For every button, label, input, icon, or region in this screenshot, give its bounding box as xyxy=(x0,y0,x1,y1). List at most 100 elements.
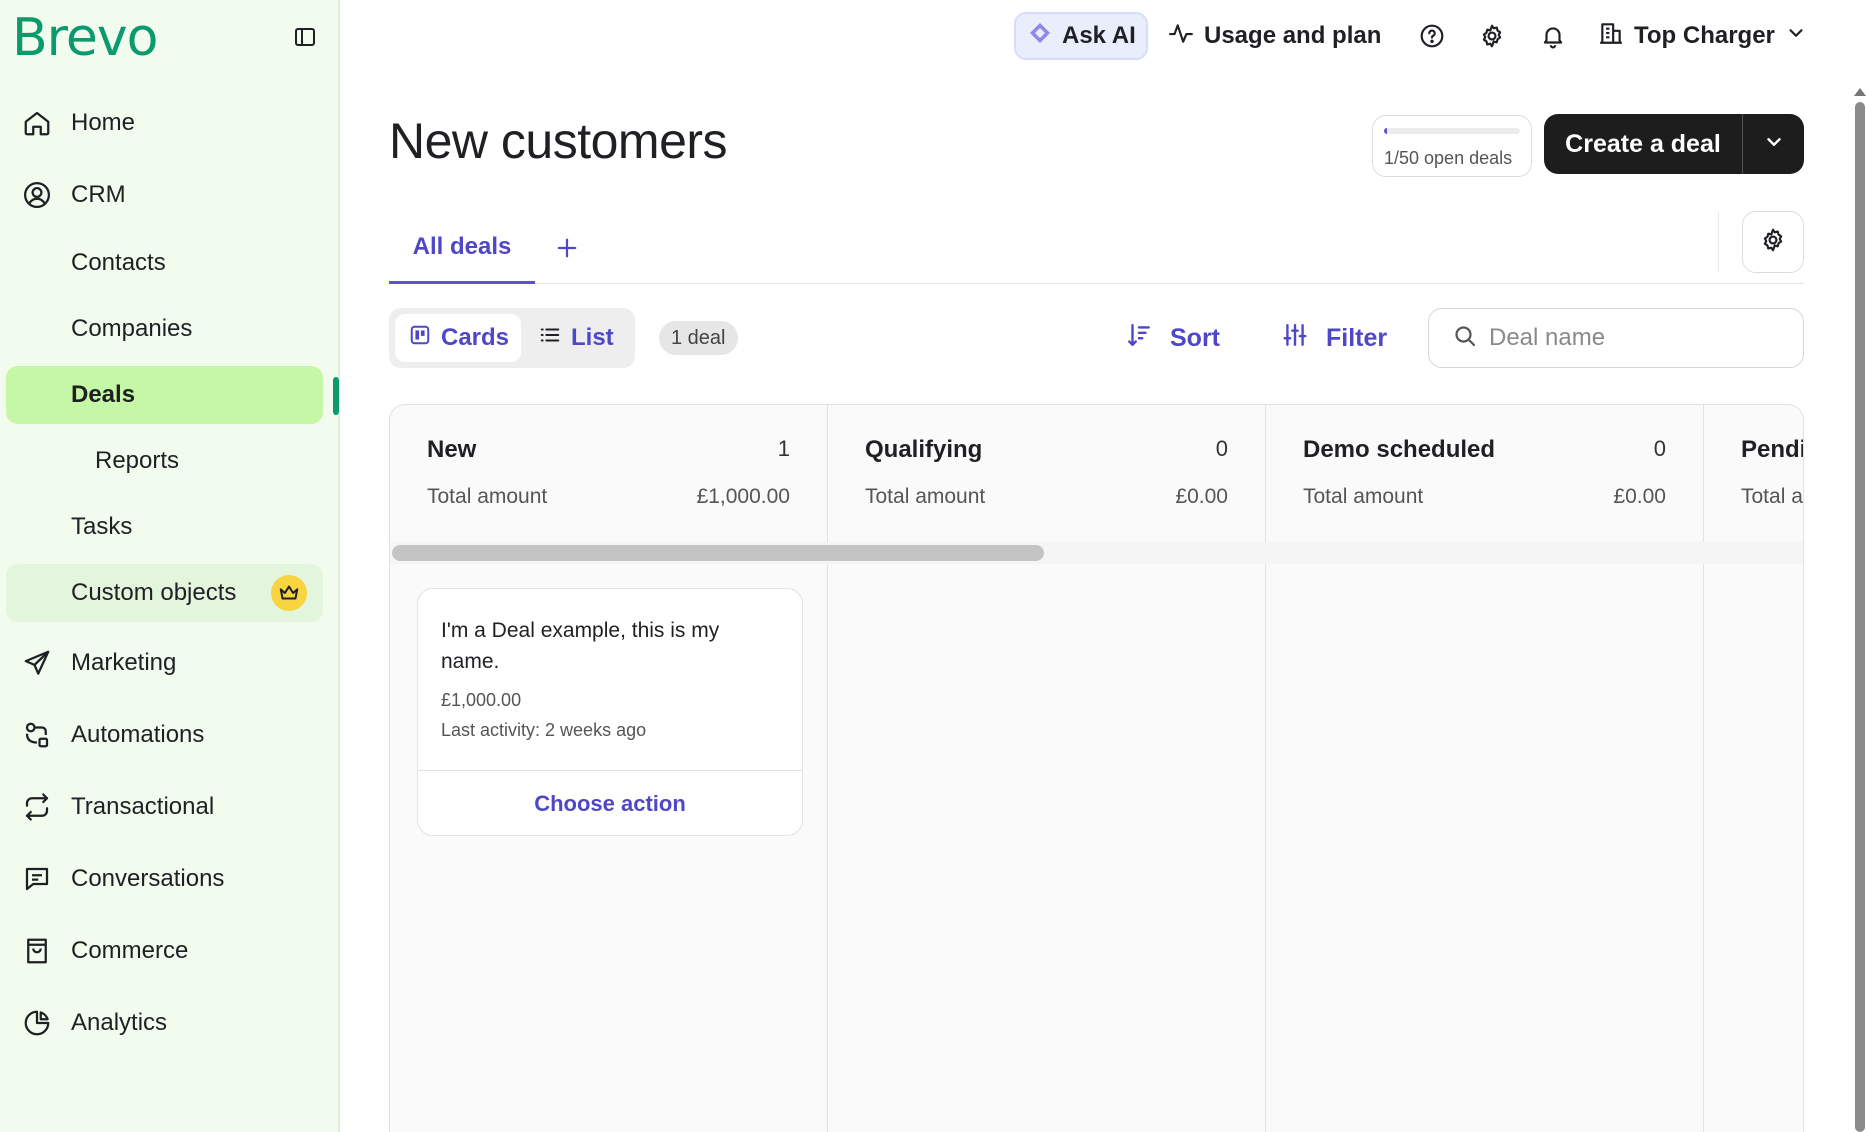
stage-count: 1 xyxy=(777,436,790,461)
sidebar-item-contacts[interactable]: Contacts xyxy=(6,234,323,292)
create-deal-split-button: Create a deal xyxy=(1544,114,1804,174)
sidebar-item-label: Tasks xyxy=(71,513,133,540)
sidebar-item-custom-objects[interactable]: Custom objects xyxy=(6,564,323,622)
sidebar-item-home[interactable]: Home xyxy=(6,94,323,152)
stage-total-label: Total amount xyxy=(865,485,986,508)
quota-text: 1/50 open deals xyxy=(1384,148,1513,168)
help-icon[interactable] xyxy=(1414,18,1450,54)
organization-switcher[interactable]: Top Charger xyxy=(1598,12,1807,60)
stage-total: £1,000.00 xyxy=(696,485,790,508)
sidebar-collapse-icon[interactable] xyxy=(290,22,320,52)
bell-icon[interactable] xyxy=(1535,18,1571,54)
sort-label: Sort xyxy=(1170,323,1220,352)
sidebar-item-label: Deals xyxy=(71,381,136,408)
chevron-down-icon xyxy=(1763,131,1785,158)
add-view-icon[interactable] xyxy=(551,232,583,264)
sidebar-item-reports[interactable]: Reports xyxy=(6,432,323,490)
chat-icon xyxy=(22,864,52,894)
deal-search-input[interactable] xyxy=(1489,324,1789,352)
sidebar-item-label: Marketing xyxy=(71,649,177,676)
board-horizontal-scrollbar[interactable] xyxy=(390,542,1803,564)
sidebar-item-label: Conversations xyxy=(71,865,225,892)
sidebar: Brevo Home CRM Contacts Companies Deals … xyxy=(0,0,340,1132)
paper-plane-icon xyxy=(22,648,52,678)
sidebar-item-commerce[interactable]: Commerce xyxy=(6,922,323,980)
tab-all-deals[interactable]: All deals xyxy=(389,212,535,284)
sidebar-item-crm[interactable]: CRM xyxy=(6,166,323,224)
filter-sliders-icon xyxy=(1282,322,1308,355)
sidebar-item-marketing[interactable]: Marketing xyxy=(6,634,323,692)
stage-name: Qualifying xyxy=(865,436,983,463)
sidebar-item-label: Analytics xyxy=(71,1009,168,1036)
open-deals-quota: 1/50 open deals xyxy=(1372,115,1532,177)
sidebar-item-companies[interactable]: Companies xyxy=(6,300,323,358)
stage-name: Demo scheduled xyxy=(1303,436,1496,463)
create-deal-button[interactable]: Create a deal xyxy=(1544,114,1743,174)
stage-total-label: Total amount xyxy=(427,485,548,508)
stage-column-pending: Pendi Total a xyxy=(1704,405,1804,1132)
choose-action-button[interactable]: Choose action xyxy=(418,770,802,836)
cards-label: Cards xyxy=(441,324,510,351)
sidebar-item-label: Reports xyxy=(95,447,180,474)
sidebar-item-analytics[interactable]: Analytics xyxy=(6,994,323,1052)
list-label: List xyxy=(571,324,614,351)
deals-board: New 1 Total amount £1,000.00 I'm a Deal … xyxy=(389,404,1804,1132)
building-icon xyxy=(1598,20,1624,53)
stage-header: Demo scheduled 0 Total amount £0.00 xyxy=(1266,405,1703,542)
stage-header: Pendi Total a xyxy=(1704,405,1804,542)
sidebar-item-transactional[interactable]: Transactional xyxy=(6,778,323,836)
sidebar-item-label: Custom objects xyxy=(71,579,237,606)
shopping-bag-icon xyxy=(22,936,52,966)
stage-header: Qualifying 0 Total amount £0.00 xyxy=(828,405,1265,542)
create-deal-dropdown-button[interactable] xyxy=(1743,114,1804,174)
deal-count-badge: 1 deal xyxy=(659,321,738,355)
stage-total-label: Total a xyxy=(1741,485,1803,508)
stage-column-new: New 1 Total amount £1,000.00 I'm a Deal … xyxy=(390,405,828,1132)
usage-and-plan-button[interactable]: Usage and plan xyxy=(1168,12,1381,60)
user-circle-icon xyxy=(22,180,52,210)
ask-ai-button[interactable]: Ask AI xyxy=(1014,12,1148,60)
scrollbar-thumb[interactable] xyxy=(392,545,1044,561)
sidebar-item-automations[interactable]: Automations xyxy=(6,706,323,764)
stage-total: £0.00 xyxy=(1175,485,1228,508)
settings-gear-icon[interactable] xyxy=(1474,18,1510,54)
home-icon xyxy=(22,108,52,138)
pipeline-settings-button[interactable] xyxy=(1742,211,1804,273)
cards-view-button[interactable]: Cards xyxy=(395,314,521,362)
deal-last-activity: Last activity: 2 weeks ago xyxy=(441,720,647,740)
crown-icon xyxy=(271,575,307,611)
pie-chart-icon xyxy=(22,1008,52,1038)
deal-card[interactable]: I'm a Deal example, this is my name. £1,… xyxy=(417,588,803,836)
sidebar-item-tasks[interactable]: Tasks xyxy=(6,498,323,556)
deal-search xyxy=(1428,308,1804,368)
page-vertical-scrollbar[interactable] xyxy=(1852,88,1866,1132)
quota-progress-fill xyxy=(1384,128,1387,134)
filter-button[interactable]: Filter xyxy=(1282,314,1387,362)
sidebar-item-label: Transactional xyxy=(71,793,215,820)
stage-count: 0 xyxy=(1215,436,1228,461)
search-icon xyxy=(1453,324,1477,353)
stage-column-qualifying: Qualifying 0 Total amount £0.00 xyxy=(828,405,1266,1132)
sidebar-item-label: Contacts xyxy=(71,249,166,276)
repeat-icon xyxy=(22,792,52,822)
stage-column-demo-scheduled: Demo scheduled 0 Total amount £0.00 xyxy=(1266,405,1704,1132)
filter-label: Filter xyxy=(1326,323,1388,352)
sidebar-item-label: Automations xyxy=(71,721,205,748)
list-view-button[interactable]: List xyxy=(539,314,629,362)
stage-name: Pendi xyxy=(1741,436,1804,463)
sidebar-item-deals[interactable]: Deals xyxy=(6,366,323,424)
active-indicator xyxy=(333,377,339,415)
sidebar-item-conversations[interactable]: Conversations xyxy=(6,850,323,908)
sort-button[interactable]: Sort xyxy=(1126,314,1220,362)
scroll-up-arrow-icon[interactable] xyxy=(1854,88,1866,96)
stage-header: New 1 Total amount £1,000.00 xyxy=(390,405,827,542)
automation-icon xyxy=(22,720,52,750)
tabs-divider xyxy=(1718,212,1719,272)
brevo-logo[interactable]: Brevo xyxy=(12,8,158,68)
scrollbar-thumb[interactable] xyxy=(1855,102,1865,1132)
sidebar-item-label: Home xyxy=(71,109,136,136)
page-title: New customers xyxy=(389,113,728,169)
cards-icon xyxy=(409,324,431,353)
organization-name: Top Charger xyxy=(1634,22,1775,49)
quota-progress-bar xyxy=(1384,128,1520,134)
